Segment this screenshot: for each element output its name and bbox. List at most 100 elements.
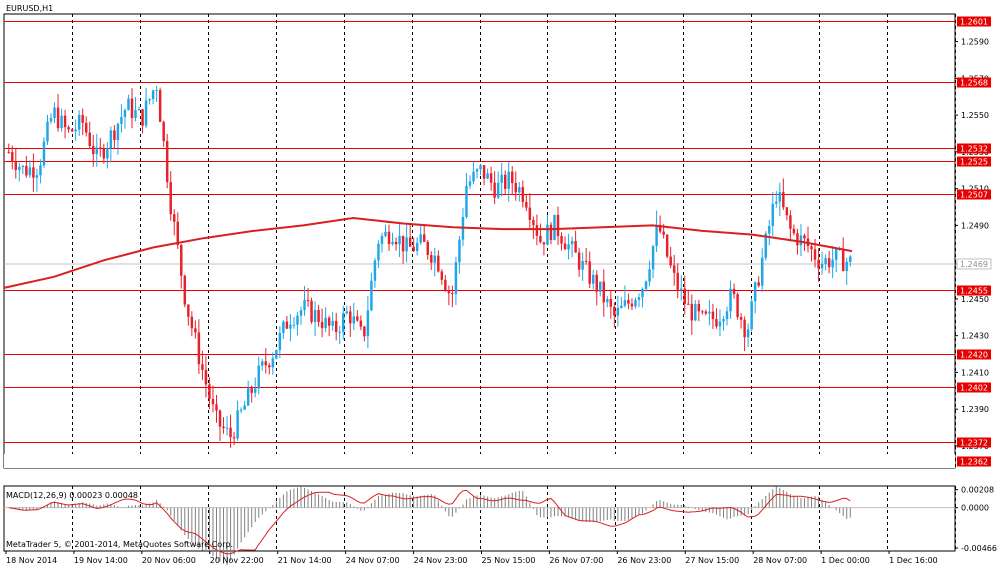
candle-bull <box>746 329 750 338</box>
candle-bear <box>690 303 694 321</box>
candle-bear <box>584 261 588 263</box>
candle-bull <box>127 98 130 111</box>
y-tick-label: 1.2410 <box>961 368 989 377</box>
candle-bear <box>173 214 176 222</box>
x-tick-label: 1 Dec 00:00 <box>821 556 870 565</box>
candle-bull <box>546 224 549 245</box>
candle-bull <box>313 310 317 322</box>
candle-bear <box>215 404 218 411</box>
candle-bear <box>162 121 165 141</box>
candle-bear <box>796 233 799 246</box>
candle-bull <box>123 110 127 118</box>
candle-bear <box>201 364 204 370</box>
price-level-label: 1.2402 <box>960 384 988 393</box>
candle-bull <box>380 235 384 244</box>
candle-bear <box>704 311 708 314</box>
candle-bull <box>648 269 651 282</box>
candle-bull <box>289 324 292 329</box>
candle-bear <box>334 320 338 332</box>
candle-bull <box>486 173 489 179</box>
candle-bull <box>95 147 99 155</box>
chart-canvas[interactable]: 1.25901.25701.25501.25301.25101.24901.24… <box>0 0 1000 571</box>
candle-bull <box>475 169 479 172</box>
candle-bull <box>28 167 32 176</box>
candle-bear <box>672 265 676 273</box>
x-tick-label: 24 Nov 07:00 <box>346 556 400 565</box>
candle-bear <box>542 242 546 245</box>
candle-bear <box>528 207 532 221</box>
candle-bear <box>444 279 447 291</box>
candle-bull <box>458 239 461 263</box>
candle-bear <box>757 282 760 286</box>
candle-bear <box>440 271 444 280</box>
candle-bear <box>165 140 169 183</box>
candle-bull <box>722 319 725 322</box>
candle-bull <box>282 321 285 333</box>
candle-bull <box>623 300 627 306</box>
candle-bear <box>102 148 106 159</box>
macd-y-tick-label: 0.00208 <box>961 486 994 495</box>
candle-bull <box>275 349 278 359</box>
candle-bear <box>187 304 190 317</box>
x-tick-label: 20 Nov 22:00 <box>210 556 264 565</box>
candle-bull <box>760 257 764 286</box>
candle-bull <box>753 282 757 302</box>
candle-bull <box>641 289 644 298</box>
candle-bull <box>261 361 264 366</box>
price-level-label: 1.2420 <box>960 351 988 360</box>
candle-bull <box>405 237 408 252</box>
candle-bear <box>408 237 412 247</box>
y-tick-label: 1.2490 <box>961 221 989 230</box>
candle-bear <box>676 272 679 290</box>
candle-bull <box>845 261 848 272</box>
candle-bull <box>768 225 771 234</box>
candle-bear <box>387 231 391 245</box>
candle-bear <box>535 225 539 236</box>
price-level-label: 1.2568 <box>960 79 988 88</box>
candle-bull <box>18 166 21 170</box>
candle-bull <box>21 165 25 167</box>
candle-bull <box>49 117 53 122</box>
candle-bear <box>711 311 715 320</box>
candle-bear <box>264 361 268 366</box>
price-level-label: 1.2601 <box>960 18 988 27</box>
candle-bull <box>637 297 641 300</box>
candle-bull <box>134 109 137 118</box>
candle-bear <box>204 369 208 385</box>
candle-bull <box>581 261 584 270</box>
candle-bull <box>373 260 377 281</box>
y-tick-label: 1.2590 <box>961 38 989 47</box>
candle-bear <box>803 235 806 239</box>
candle-bear <box>482 165 486 179</box>
candle-bear <box>701 311 704 313</box>
candle-bull <box>771 203 775 226</box>
candle-bear <box>577 252 581 270</box>
candle-bear <box>736 294 739 318</box>
candle-bear <box>662 231 665 235</box>
candle-bear <box>560 235 563 244</box>
candle-bull <box>507 171 510 189</box>
y-tick-label: 1.2430 <box>961 332 989 341</box>
candle-bear <box>183 275 187 305</box>
candle-bear <box>194 328 197 333</box>
candle-bull <box>299 310 303 316</box>
candle-bear <box>11 152 14 162</box>
x-tick-label: 26 Nov 07:00 <box>549 556 603 565</box>
candle-bull <box>109 130 113 149</box>
candle-bear <box>595 274 598 292</box>
macd-label: MACD(12,26,9) 0.00023 0.00048 <box>6 491 139 500</box>
candles <box>7 85 852 448</box>
candle-bear <box>84 122 88 133</box>
candle-bear <box>665 234 669 257</box>
candle-bull <box>46 121 49 142</box>
x-tick-label: 1 Dec 16:00 <box>889 556 938 565</box>
candle-bear <box>250 388 253 393</box>
candle-bear <box>697 303 701 312</box>
candle-bear <box>63 115 67 128</box>
candle-bear <box>229 427 232 438</box>
current-price-label: 1.2469 <box>960 260 988 269</box>
y-tick-label: 1.2390 <box>961 405 989 414</box>
candle-bull <box>849 256 852 262</box>
candle-bear <box>437 255 440 272</box>
candle-bull <box>606 298 609 303</box>
